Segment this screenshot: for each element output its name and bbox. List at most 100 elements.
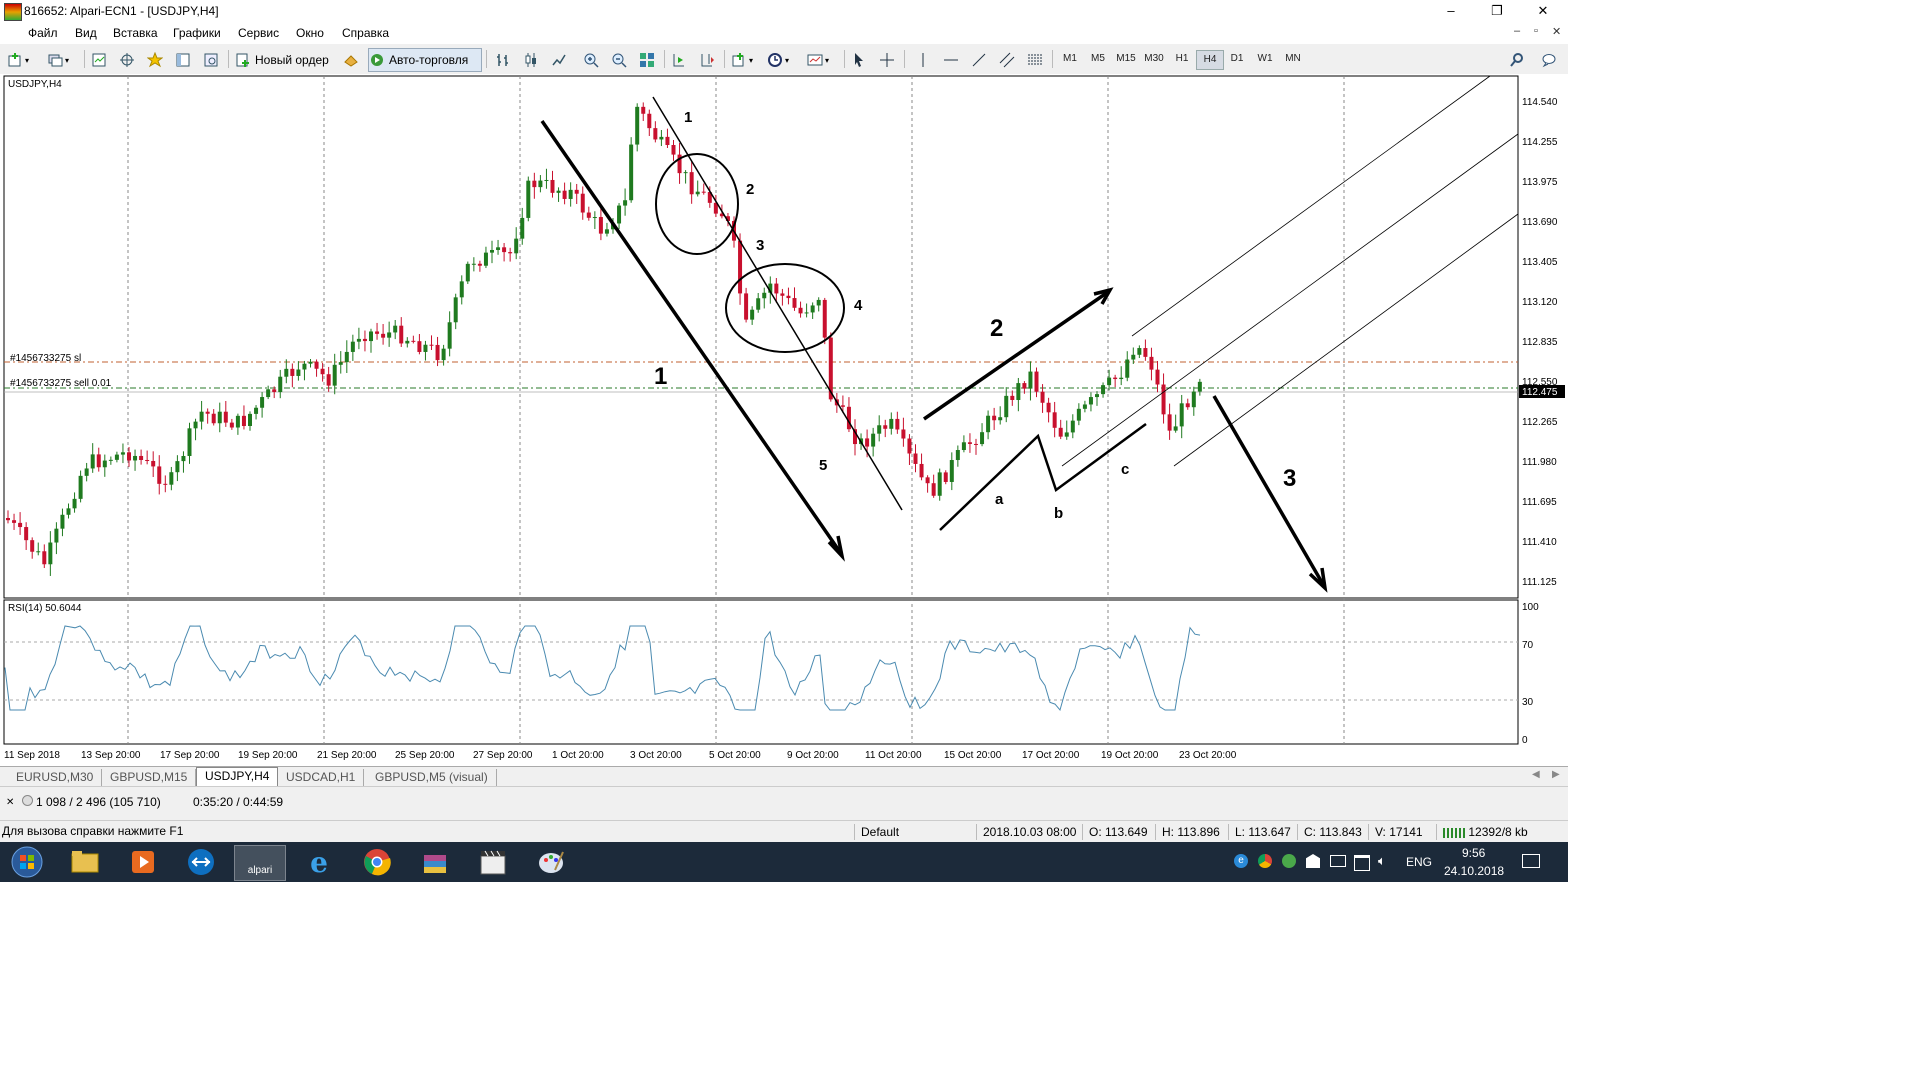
taskbar-chrome[interactable] [352, 845, 402, 879]
trendline-button[interactable] [970, 48, 992, 72]
zoom-in-icon [584, 53, 599, 68]
metaeditor-button[interactable] [342, 48, 364, 72]
auto-trading-button[interactable]: Авто-торговля [368, 48, 482, 72]
taskbar-teamviewer[interactable] [176, 845, 226, 879]
mdi-restore-button[interactable]: ▫ [1534, 25, 1538, 37]
menu-service[interactable]: Сервис [238, 26, 279, 40]
tray-date[interactable]: 24.10.2018 [1444, 864, 1504, 878]
search-button[interactable] [1508, 48, 1530, 72]
profile-name[interactable]: Default [854, 824, 977, 840]
notification-center-icon[interactable] [1522, 854, 1540, 868]
candle-body [326, 374, 331, 386]
taskbar-media-player[interactable] [118, 845, 168, 879]
taskbar-alpari-terminal[interactable]: alpari [234, 845, 286, 881]
candle-body [145, 459, 150, 461]
indicators-button[interactable]: ▾ [730, 48, 764, 72]
tray-security-icon[interactable] [1306, 854, 1320, 868]
strategy-tester-button[interactable] [202, 48, 224, 72]
navigator-button[interactable] [146, 48, 168, 72]
tray-volume-icon[interactable]: 🔈︎ [1378, 853, 1386, 869]
zoom-out-button[interactable] [610, 48, 632, 72]
taskbar-explorer[interactable] [60, 845, 110, 879]
time-axis[interactable]: 11 Sep 2018 13 Sep 20:00 17 Sep 20:00 19… [4, 750, 1237, 761]
taskbar-video-editor[interactable] [468, 845, 518, 879]
maximize-button[interactable]: ❐ [1474, 0, 1520, 22]
bar-close: C: 113.843 [1297, 824, 1370, 840]
zoom-in-button[interactable] [582, 48, 604, 72]
templates-button[interactable]: ▾ [806, 48, 840, 72]
chart-window[interactable]: 1 2 3 4 5 1 2 3 a b c USDJPY,H4 #1456733… [0, 74, 1568, 766]
mdi-minimize-button[interactable]: – [1514, 25, 1520, 37]
candle-body [1161, 384, 1166, 415]
candle-body [1179, 403, 1184, 427]
menu-window[interactable]: Окно [296, 26, 324, 40]
taskbar-winrar[interactable] [410, 845, 460, 879]
channel-button[interactable] [998, 48, 1020, 72]
taskbar-internet-explorer[interactable]: e [294, 845, 344, 879]
candle-body [296, 369, 301, 376]
tray-chrome-icon[interactable] [1258, 854, 1272, 868]
tray-network-icon[interactable] [1354, 855, 1370, 871]
menu-view[interactable]: Вид [75, 26, 97, 40]
data-window-button[interactable] [118, 48, 140, 72]
timeframe-d1[interactable]: D1 [1224, 50, 1250, 68]
trend-label-2: 2 [990, 315, 1003, 342]
date-tick: 13 Sep 20:00 [81, 750, 141, 761]
chart-canvas[interactable]: 1 2 3 4 5 1 2 3 a b c USDJPY,H4 #1456733… [0, 74, 1568, 766]
menu-insert[interactable]: Вставка [113, 26, 158, 40]
tray-language[interactable]: ENG [1406, 855, 1432, 869]
timeframe-h1[interactable]: H1 [1169, 50, 1195, 68]
terminal-button[interactable] [174, 48, 196, 72]
periods-button[interactable]: ▾ [766, 48, 800, 72]
start-button[interactable] [2, 845, 52, 879]
price-axis[interactable]: 114.540 114.255 113.975 113.690 113.405 … [1519, 97, 1565, 746]
line-chart-button[interactable] [550, 48, 572, 72]
connection-status[interactable]: 12392/8 kb [1436, 824, 1567, 840]
panel-close-icon[interactable]: ✕ [6, 797, 14, 808]
tab-scroll-left-icon[interactable]: ◀ [1532, 769, 1540, 780]
taskbar-paint[interactable] [526, 845, 576, 879]
bar-chart-button[interactable] [494, 48, 516, 72]
candle-body [375, 331, 380, 334]
tray-monitor-icon[interactable] [1330, 855, 1346, 867]
tray-update-icon[interactable] [1282, 854, 1296, 868]
timeframe-m5[interactable]: M5 [1085, 50, 1111, 68]
timeframe-m30[interactable]: M30 [1141, 50, 1167, 68]
tab-gbpusd-m15[interactable]: GBPUSD,M15 [102, 769, 197, 786]
timeframe-w1[interactable]: W1 [1252, 50, 1278, 68]
tab-scroll-right-icon[interactable]: ▶ [1552, 769, 1560, 780]
market-watch-button[interactable] [90, 48, 112, 72]
tab-gbpusd-m5-visual[interactable]: GBPUSD,M5 (visual) [367, 769, 497, 786]
tab-eurusd-m30[interactable]: EURUSD,M30 [8, 769, 103, 786]
profiles-button[interactable]: ▾ [46, 48, 80, 72]
candle-body [60, 514, 65, 529]
fibonacci-button[interactable] [1026, 48, 1048, 72]
tab-usdcad-h1[interactable]: USDCAD,H1 [278, 769, 365, 786]
candle-body [623, 200, 628, 206]
new-chart-button[interactable]: ▾ [6, 48, 42, 72]
minimize-button[interactable]: – [1428, 0, 1474, 22]
mdi-close-button[interactable]: ✕ [1552, 25, 1561, 38]
candle-body [750, 309, 755, 320]
chat-button[interactable] [1540, 48, 1562, 72]
chart-shift-button[interactable] [698, 48, 720, 72]
candle-body [211, 413, 216, 424]
close-button[interactable]: ✕ [1520, 0, 1566, 22]
horizontal-line-button[interactable] [942, 48, 964, 72]
crosshair-button[interactable] [878, 48, 900, 72]
tab-usdjpy-h4[interactable]: USDJPY,H4 [196, 767, 279, 787]
vertical-line-button[interactable] [914, 48, 936, 72]
menu-file[interactable]: Файл [28, 26, 58, 40]
timeframe-m15[interactable]: M15 [1113, 50, 1139, 68]
tray-edge-icon[interactable]: e [1234, 854, 1248, 868]
timeframe-m1[interactable]: M1 [1057, 50, 1083, 68]
candlestick-button[interactable] [522, 48, 544, 72]
tray-time[interactable]: 9:56 [1462, 846, 1485, 860]
timeframe-h4[interactable]: H4 [1196, 50, 1224, 70]
menu-charts[interactable]: Графики [173, 26, 221, 40]
tile-windows-button[interactable] [638, 48, 660, 72]
timeframe-mn[interactable]: MN [1280, 50, 1306, 68]
menu-help[interactable]: Справка [342, 26, 389, 40]
cursor-button[interactable] [850, 48, 872, 72]
auto-scroll-button[interactable] [670, 48, 692, 72]
